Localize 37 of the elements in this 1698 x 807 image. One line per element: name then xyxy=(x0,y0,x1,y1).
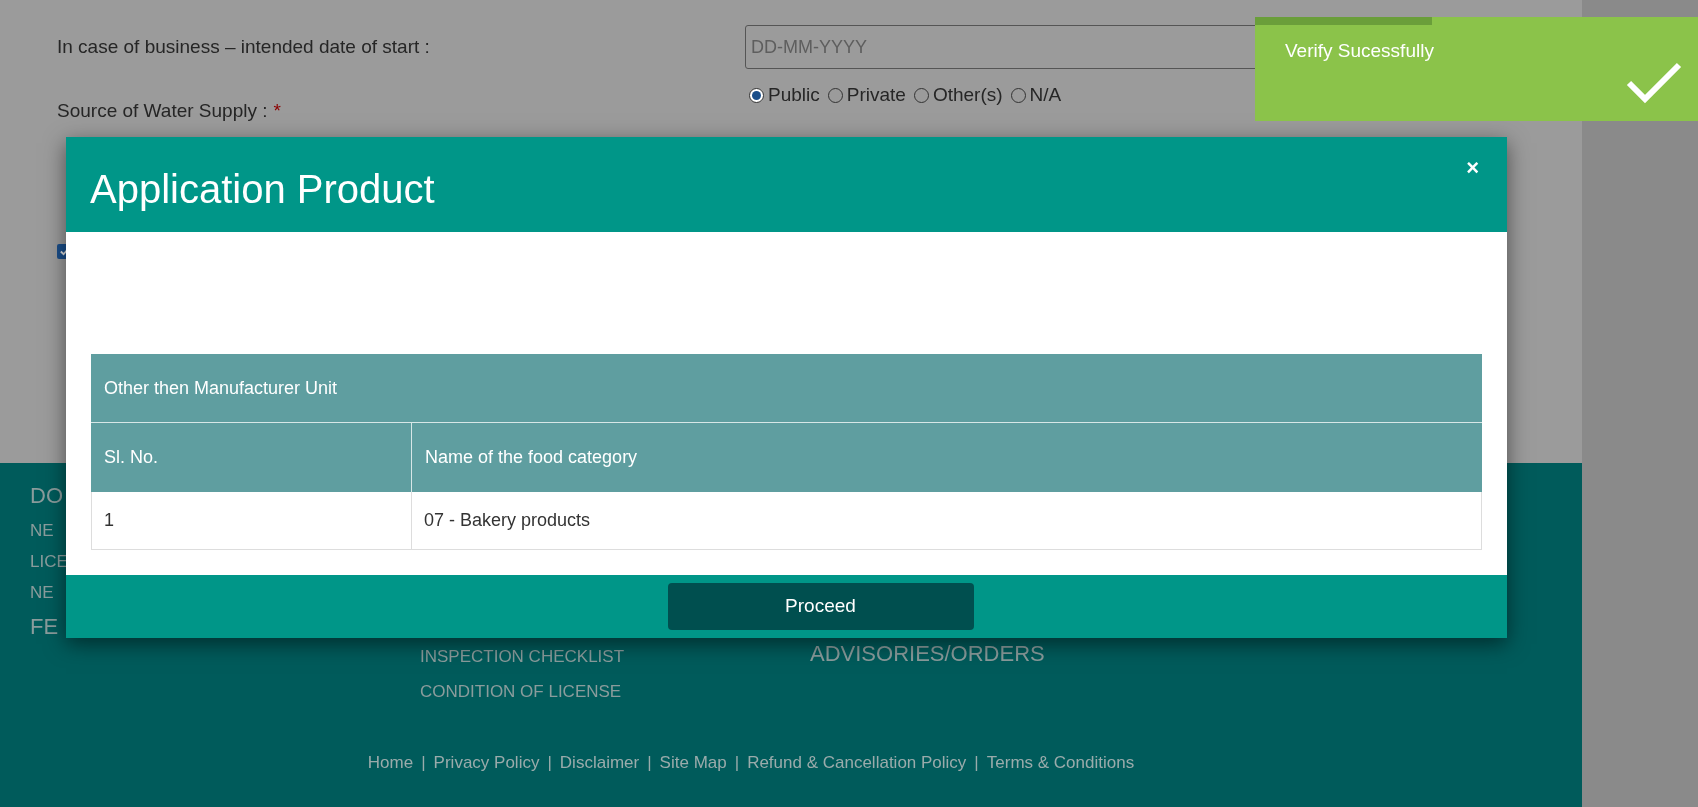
footer-heading: FE xyxy=(30,613,60,641)
link-separator: | xyxy=(734,752,740,774)
footer-link[interactable]: LICE xyxy=(30,546,68,577)
required-mark: * xyxy=(273,99,281,123)
footer-link[interactable]: Refund & Cancellation Policy xyxy=(747,750,967,776)
footer-link[interactable]: Privacy Policy xyxy=(433,750,540,776)
link-separator: | xyxy=(647,752,652,774)
table-cell: 1 xyxy=(92,492,412,549)
radio-button[interactable] xyxy=(749,87,764,103)
footer-heading: DO xyxy=(30,482,64,510)
radio-label: Other(s) xyxy=(932,83,1003,107)
column-header: Name of the food category xyxy=(424,446,639,469)
table-caption: Other then Manufacturer Unit xyxy=(91,354,1482,423)
link-separator: | xyxy=(547,752,552,774)
radio-label: Private xyxy=(846,83,906,107)
field-label: Source of Water Supply : xyxy=(57,99,268,123)
footer-link[interactable]: CONDITION OF LICENSE xyxy=(420,674,625,709)
footer-link[interactable]: Site Map xyxy=(659,750,727,776)
footer-link[interactable]: Disclaimer xyxy=(559,750,640,776)
footer-link[interactable]: NE xyxy=(30,577,68,608)
footer-link[interactable]: INSPECTION CHECKLIST xyxy=(420,639,625,674)
toast-message: Verify Sucessfully xyxy=(1285,39,1434,63)
radio-label: Public xyxy=(768,83,820,107)
table-cell-text: 07 - Bakery products xyxy=(423,509,592,532)
footer-link[interactable]: Terms & Conditions xyxy=(986,750,1135,776)
column-header: Sl. No. xyxy=(91,423,412,492)
radio-label: N/A xyxy=(1029,83,1062,107)
footer-heading[interactable]: ADVISORIES/ORDERS xyxy=(810,637,1045,670)
footer-link[interactable]: Home xyxy=(367,750,414,776)
close-button[interactable]: × xyxy=(1466,151,1479,184)
footer-link[interactable]: NE xyxy=(30,515,68,546)
modal-title: Application Product xyxy=(90,166,435,213)
link-separator: | xyxy=(974,752,979,774)
field-label: In case of business – intended date of start : xyxy=(57,34,431,59)
proceed-button[interactable]: Proceed xyxy=(667,583,974,630)
link-separator: | xyxy=(421,752,426,774)
checkmark-icon xyxy=(1625,61,1683,105)
